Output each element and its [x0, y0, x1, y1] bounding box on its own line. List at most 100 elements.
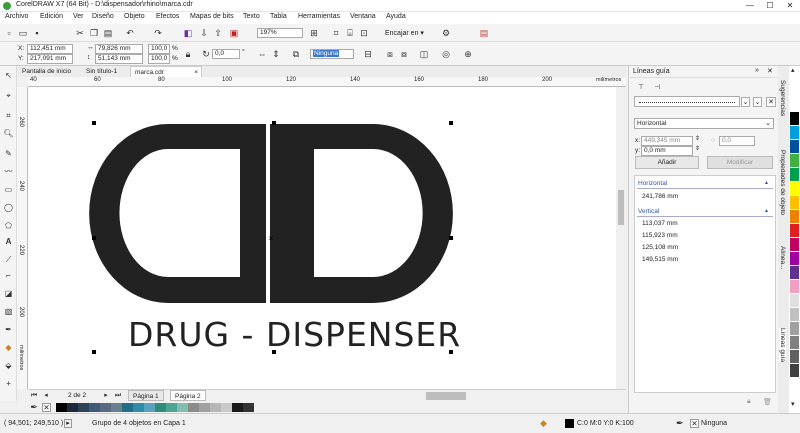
list-horizontal-header[interactable]: Horizontal [638, 180, 667, 187]
docker-tab-alinea[interactable]: Alinea... [779, 246, 786, 270]
guide-x-field[interactable]: 449,345 mm [641, 136, 693, 146]
outline-swatch[interactable]: ⨯ [690, 419, 699, 428]
undo-icon[interactable]: ↶ [124, 27, 136, 39]
angle-radio-icon[interactable]: ○ [711, 137, 715, 144]
color-swatch[interactable] [790, 126, 799, 140]
zoom-tool-icon[interactable]: 🔍︎ [3, 128, 14, 139]
color-swatch[interactable] [232, 403, 243, 412]
launch-icon[interactable]: ▤ [478, 27, 490, 39]
scrollbar-thumb[interactable] [618, 190, 624, 225]
guide-presets-icon[interactable]: ⊤ [635, 82, 647, 94]
color-swatch[interactable] [790, 168, 799, 182]
list-item[interactable]: 115,923 mm [642, 232, 678, 239]
line-color-chevron-icon[interactable]: ⌄ [753, 97, 762, 107]
export-icon[interactable]: ⇧ [212, 27, 224, 39]
rectangle-tool-icon[interactable]: ▭ [3, 184, 14, 195]
x-spinner-icon[interactable]: ⇕ [695, 135, 700, 142]
color-swatch[interactable] [790, 308, 799, 322]
show-grid-icon[interactable]: ⌸ [344, 27, 356, 39]
color-swatch[interactable] [790, 98, 799, 112]
menu-efectos[interactable]: Efectos [156, 13, 179, 20]
x-position-field[interactable]: 112,451 mm [27, 44, 73, 54]
artistic-media-icon[interactable]: 〰 [3, 166, 14, 177]
mirror-v-icon[interactable]: ⇕ [270, 48, 282, 60]
collapse-horizontal-icon[interactable]: ▴ [765, 179, 768, 186]
add-tool-icon[interactable]: + [3, 378, 14, 389]
palette-scroll-down-icon[interactable]: ▾ [791, 400, 795, 408]
color-swatch[interactable] [133, 403, 144, 412]
color-swatch[interactable] [89, 403, 100, 412]
right-d-shape[interactable] [270, 124, 453, 303]
combine-icon[interactable]: ◫ [418, 48, 430, 60]
transparency-icon[interactable]: ▧ [3, 306, 14, 317]
color-swatch[interactable] [790, 364, 799, 378]
lock-icon[interactable]: 🔒︎ [747, 398, 751, 406]
height-field[interactable]: 51,143 mm [95, 54, 143, 64]
fill-swatch[interactable] [565, 419, 574, 428]
crop-tool-icon[interactable]: ⌗ [3, 110, 14, 121]
ellipse-tool-icon[interactable]: ◯ [3, 202, 14, 213]
shape-tool-icon[interactable]: ⌖ [3, 90, 14, 101]
parallel-dimension-icon[interactable]: ⟋ [3, 254, 14, 265]
order-front-icon[interactable]: ⧈ [384, 48, 396, 60]
menu-edicion[interactable]: Edición [40, 13, 63, 20]
options-icon[interactable]: ⚙ [440, 27, 452, 39]
vertical-scrollbar[interactable] [616, 87, 626, 389]
new-document-icon[interactable]: ▫ [3, 27, 15, 39]
color-swatch[interactable] [790, 266, 799, 280]
play-icon[interactable]: ▸ [64, 419, 72, 428]
color-swatch[interactable] [166, 403, 177, 412]
scale-x-field[interactable]: 100,0 [148, 44, 170, 54]
y-position-field[interactable]: 217,091 mm [27, 54, 73, 64]
list-item[interactable]: 241,786 mm [642, 193, 678, 200]
menu-archivo[interactable]: Archivo [5, 13, 28, 20]
drop-shadow-icon[interactable]: ◪ [3, 288, 14, 299]
menu-mapas-de-bits[interactable]: Mapas de bits [190, 13, 234, 20]
connector-tool-icon[interactable]: ⌐ [3, 270, 14, 281]
guide-type-select[interactable]: Horizontal ⌄ [634, 118, 774, 129]
guidelines-toggle-icon[interactable]: ⊕ [462, 48, 474, 60]
docker-tab-lineas-guia[interactable]: Líneas guía [779, 328, 786, 362]
save-icon[interactable]: ▪ [31, 27, 43, 39]
publish-pdf-icon[interactable]: ▣ [228, 27, 240, 39]
left-d-shape[interactable] [89, 124, 270, 303]
color-swatch[interactable] [790, 140, 799, 154]
redo-icon[interactable]: ↷ [152, 27, 164, 39]
menu-diseno[interactable]: Diseño [92, 13, 114, 20]
show-guidelines-icon[interactable]: ⊡ [358, 27, 370, 39]
import-icon[interactable]: ⇩ [198, 27, 210, 39]
copy-icon[interactable]: ❐ [88, 27, 100, 39]
freehand-tool-icon[interactable]: ✎ [3, 148, 14, 159]
list-vertical-header[interactable]: Vertical [638, 208, 659, 215]
tab-pantalla-de-inicio[interactable]: Pantalla de inicio [18, 66, 75, 77]
color-swatch[interactable] [790, 252, 799, 266]
add-guide-button[interactable]: Añadir [635, 156, 699, 169]
palette-scroll-up-icon[interactable]: ▴ [791, 66, 795, 74]
list-item[interactable]: 113,037 mm [642, 220, 678, 227]
zoom-level-select[interactable]: 197% [257, 28, 303, 38]
align-icon[interactable]: ⊟ [362, 48, 374, 60]
menu-tabla[interactable]: Tabla [270, 13, 287, 20]
page-tab-2[interactable]: Página 2 [170, 390, 206, 401]
outline-width-select[interactable]: Ninguna [310, 49, 354, 59]
color-swatch[interactable] [144, 403, 155, 412]
mirror-h-icon[interactable]: ⇔ [256, 48, 268, 60]
width-field[interactable]: 79,826 mm [95, 44, 143, 54]
color-swatch[interactable] [122, 403, 133, 412]
color-swatch[interactable] [790, 294, 799, 308]
menu-ayuda[interactable]: Ayuda [386, 13, 406, 20]
color-swatch[interactable] [177, 403, 188, 412]
menu-texto[interactable]: Texto [243, 13, 260, 20]
line-style-chevron-icon[interactable]: ⌄ [741, 97, 750, 107]
color-swatch[interactable] [790, 238, 799, 252]
guide-options-icon[interactable]: ⊣ [651, 82, 663, 94]
color-swatch[interactable] [221, 403, 232, 412]
angle-field[interactable]: 0,0 [212, 49, 240, 59]
guide-line-style-select[interactable] [634, 96, 740, 107]
polygon-tool-icon[interactable]: ⬠ [3, 220, 14, 231]
drawing-canvas[interactable]: × DRUG - DISPENSER [28, 87, 616, 389]
tab-marca[interactable]: marca.cdr × [130, 66, 202, 77]
collapse-vertical-icon[interactable]: ▴ [765, 207, 768, 214]
cut-icon[interactable]: ✂ [74, 27, 86, 39]
color-swatch[interactable] [790, 336, 799, 350]
